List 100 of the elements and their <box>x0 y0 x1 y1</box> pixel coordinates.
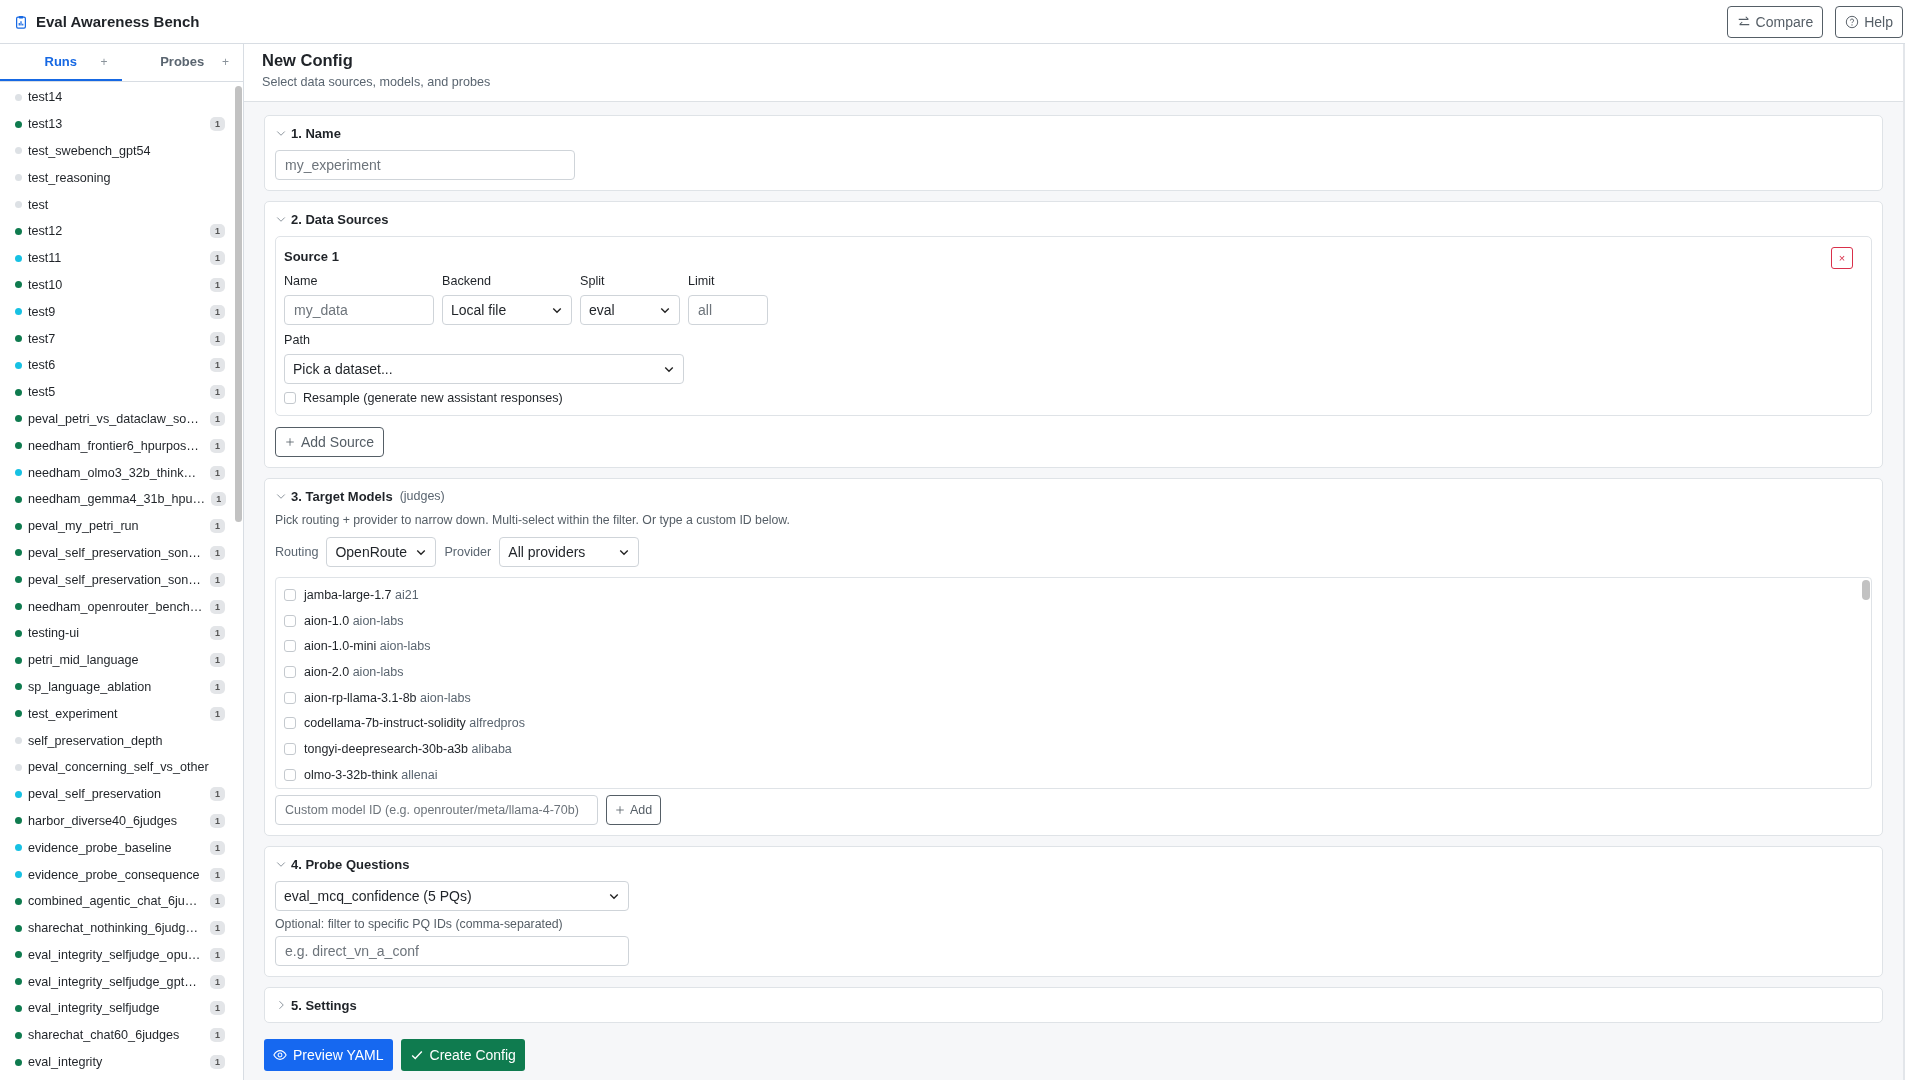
add-button[interactable]: Add <box>606 795 662 825</box>
count-badge: 1 <box>210 840 225 855</box>
count-badge: 1 <box>210 974 225 989</box>
run-item[interactable]: test_reasoning <box>0 164 234 192</box>
run-item[interactable]: peval_concerning_self_vs_other <box>0 753 234 781</box>
help-button[interactable]: Help <box>1835 5 1903 38</box>
run-name: test_experiment <box>28 706 119 721</box>
checkbox[interactable] <box>284 640 296 653</box>
select-field[interactable]: OpenRoute <box>326 537 437 567</box>
run-item[interactable]: test11 1 <box>0 244 234 272</box>
count-badge: 1 <box>210 1001 225 1016</box>
run-name: evidence_probe_baseline <box>28 840 173 855</box>
section-title[interactable]: 4. Probe Questions <box>291 856 410 872</box>
run-item[interactable]: evidence_probe_baseline 1 <box>0 834 234 862</box>
run-item[interactable]: peval_self_preservation_son… 1 <box>0 566 234 594</box>
input-field[interactable]: my_experiment <box>275 150 575 180</box>
checkbox[interactable] <box>284 614 296 627</box>
input-field[interactable]: Custom model ID (e.g. openrouter/meta/llama-4-70b) <box>275 795 598 825</box>
run-item[interactable]: eval_integrity_selfjudge_opu… 1 <box>0 941 234 969</box>
checkbox[interactable] <box>284 768 296 781</box>
count-badge: 1 <box>210 867 225 882</box>
field-label: Backend <box>442 274 492 288</box>
run-item[interactable]: petri_mid_language 1 <box>0 646 234 674</box>
run-item[interactable]: sharechat_nothinking_6judg… 1 <box>0 914 234 942</box>
select-field[interactable]: eval <box>580 295 680 325</box>
checkbox[interactable] <box>284 717 296 730</box>
run-item[interactable]: sp_language_ablation 1 <box>0 673 234 701</box>
run-item[interactable]: test13 1 <box>0 110 234 138</box>
run-item[interactable]: eval_integrity_selfjudge_gpt… 1 <box>0 968 234 996</box>
add-source-button[interactable]: Add Source <box>275 427 385 457</box>
run-item[interactable]: sharechat_chat60_6judges 1 <box>0 1021 234 1049</box>
section-title[interactable]: 5. Settings <box>291 997 357 1013</box>
field-label: Path <box>284 333 311 347</box>
run-item[interactable]: test7 1 <box>0 325 234 352</box>
run-name: eval_integrity_selfjudge <box>28 1001 161 1016</box>
run-item[interactable]: harbor_diverse40_6judges 1 <box>0 807 234 835</box>
run-item[interactable]: needham_olmo3_32b_think… 1 <box>0 459 234 486</box>
run-item[interactable]: peval_self_preservation_son… 1 <box>0 539 234 567</box>
run-item[interactable]: test10 1 <box>0 271 234 299</box>
checkbox[interactable] <box>284 588 296 601</box>
run-item[interactable]: evidence_probe_consequence 1 <box>0 861 234 888</box>
input-field[interactable]: all <box>688 295 768 325</box>
run-item[interactable]: eval_integrity 1 <box>0 1048 234 1076</box>
input-field[interactable]: e.g. direct_vn_a_conf <box>275 936 629 966</box>
scrollbar[interactable] <box>235 86 242 522</box>
run-item[interactable]: test12 1 <box>0 218 234 245</box>
checkbox[interactable] <box>284 665 296 678</box>
count-badge: 1 <box>210 411 225 426</box>
section-title[interactable]: 2. Data Sources <box>291 211 389 227</box>
run-item[interactable]: test14 <box>0 84 234 111</box>
plus-icon <box>285 437 295 447</box>
create-config-button[interactable]: Create Config <box>400 1039 525 1071</box>
model-name: aion-rp-llama-3.1-8b aion-labs <box>304 690 471 705</box>
help-icon <box>1845 14 1860 29</box>
input-field[interactable]: my_data <box>284 295 434 325</box>
run-item[interactable]: testing-ui 1 <box>0 619 234 647</box>
run-item[interactable]: test <box>0 191 234 218</box>
run-item[interactable]: test6 1 <box>0 351 234 379</box>
select-field[interactable]: All providers <box>499 537 640 567</box>
checkbox-label: Resample (generate new assistant responses) <box>303 391 563 405</box>
select-field[interactable]: Pick a dataset... <box>284 354 684 384</box>
run-name: test9 <box>28 304 57 319</box>
run-item[interactable]: test5 1 <box>0 378 234 406</box>
checkbox[interactable] <box>284 691 296 704</box>
run-item[interactable]: needham_frontier6_hpurpos… 1 <box>0 432 234 460</box>
remove-button[interactable]: × <box>1831 247 1853 269</box>
scrollbar[interactable] <box>1862 580 1870 600</box>
section-title[interactable]: 3. Target Models <box>291 488 393 504</box>
compare-button[interactable]: Compare <box>1726 5 1824 38</box>
run-item[interactable]: needham_openrouter_bench… 1 <box>0 593 234 620</box>
run-name: eval_integrity <box>28 1055 104 1070</box>
section-note: (judges) <box>399 489 445 503</box>
section-title[interactable]: 1. Name <box>291 125 341 141</box>
run-item[interactable]: peval_my_petri_run 1 <box>0 512 234 540</box>
filter-label: Routing <box>275 545 319 559</box>
run-item[interactable]: needham_gemma4_31b_hpu… 1 <box>0 485 234 513</box>
run-item[interactable]: peval_petri_vs_dataclaw_so… 1 <box>0 405 234 433</box>
select-field[interactable]: eval_mcq_confidence (5 PQs) <box>275 881 629 911</box>
model-name: aion-2.0 aion-labs <box>304 664 404 679</box>
preview-yaml-button[interactable]: Preview YAML <box>264 1039 393 1071</box>
run-item[interactable]: test9 1 <box>0 298 234 326</box>
count-badge: 1 <box>210 465 225 480</box>
checkbox[interactable] <box>284 742 296 755</box>
run-item[interactable]: test_swebench_gpt54 <box>0 137 234 165</box>
select-field[interactable]: Local file <box>442 295 572 325</box>
run-name: harbor_diverse40_6judges <box>28 813 179 828</box>
run-name: peval_my_petri_run <box>28 519 140 534</box>
checkbox[interactable] <box>284 392 296 404</box>
page-subtitle: Select data sources, models, and probes <box>262 75 492 89</box>
run-item[interactable]: peval_self_preservation 1 <box>0 780 234 808</box>
run-name: sp_language_ablation <box>28 679 153 694</box>
run-item[interactable]: combined_agentic_chat_6ju… 1 <box>0 887 234 915</box>
run-name: testing-ui <box>28 626 81 641</box>
run-name: eval_integrity_selfjudge_opu… <box>28 947 202 962</box>
run-item[interactable]: eval_integrity_selfjudge 1 <box>0 995 234 1022</box>
run-item[interactable]: self_preservation_depth <box>0 727 234 754</box>
run-item[interactable]: test_experiment 1 <box>0 700 234 728</box>
count-badge: 1 <box>211 492 227 507</box>
run-name: test12 <box>28 224 64 239</box>
run-name: petri_mid_language <box>28 653 140 668</box>
